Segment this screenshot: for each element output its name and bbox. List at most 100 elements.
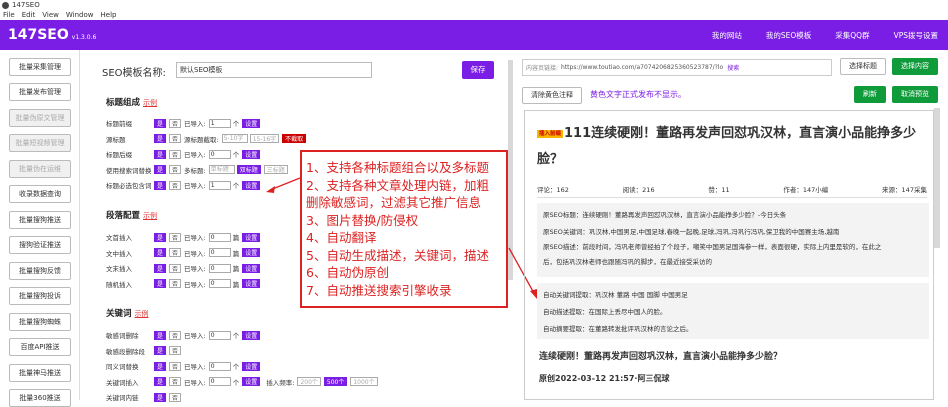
title-no-toggle[interactable]: 否	[169, 149, 182, 159]
preview-scrollbar[interactable]	[934, 108, 940, 248]
cancel-preview-button[interactable]: 取消预览	[892, 86, 938, 103]
section-title-composition-example-link[interactable]: 示例	[143, 99, 157, 107]
title-unit: 15-16字	[249, 134, 280, 143]
title-settings-button[interactable]: 设置	[242, 118, 261, 128]
keyword-no-toggle[interactable]: 否	[169, 392, 182, 402]
sidebar-button-11[interactable]: 批量搜狗蜘蛛	[9, 312, 71, 331]
url-field[interactable]: 内容页链接: https://www.toutiao.com/a70742068…	[522, 59, 832, 76]
select-title-button[interactable]: 选择标题	[840, 58, 886, 75]
title-count[interactable]: 单标题	[208, 165, 235, 174]
seo-description-2: 后，包括巩汉林老师也跟随冯巩的脚步，在最近接受采访的	[543, 258, 712, 266]
title-yes-toggle[interactable]: 是	[154, 134, 167, 143]
para-settings-button[interactable]: 设置	[242, 263, 261, 273]
keyword-row-2: 敏感段删除段是否	[106, 346, 184, 356]
para-count[interactable]: 0	[208, 279, 231, 288]
sidebar-button-8[interactable]: 搜狗验证推送	[9, 236, 71, 254]
keyword-yes-toggle[interactable]: 是	[154, 377, 167, 386]
menu-view[interactable]: View	[42, 11, 59, 19]
template-name-input[interactable]: 默认SEO模板	[176, 62, 372, 78]
title-yes-toggle[interactable]: 是	[154, 118, 167, 128]
keyword-yes-toggle[interactable]: 是	[154, 392, 167, 402]
para-yes-toggle[interactable]: 是	[154, 263, 167, 273]
title-count[interactable]: 1	[208, 118, 231, 128]
para-count[interactable]: 0	[208, 263, 231, 273]
refresh-button[interactable]: 刷新	[854, 86, 886, 103]
sidebar-button-12[interactable]: 百度API推送	[9, 338, 71, 356]
section-paragraph-example-link[interactable]: 示例	[143, 212, 157, 220]
sidebar-button-1[interactable]: 批量采集管理	[9, 57, 71, 76]
nav-my-seo-templates[interactable]: 我的SEO模板	[766, 30, 811, 41]
title-no-toggle[interactable]: 否	[169, 165, 182, 174]
title-unit: 个	[232, 182, 240, 190]
title-yes-toggle[interactable]: 是	[154, 149, 167, 159]
left-panel-scrollbar[interactable]	[508, 60, 513, 280]
title-settings-button[interactable]: 设置	[242, 149, 261, 159]
sidebar-button-5[interactable]: 批量伪在运维	[9, 159, 71, 178]
title-count[interactable]: 0	[208, 149, 231, 159]
keyword-count[interactable]: 0	[208, 330, 231, 340]
para-count[interactable]: 0	[208, 248, 231, 257]
para-settings-button[interactable]: 设置	[242, 232, 261, 242]
title-settings-button[interactable]: 设置	[242, 180, 261, 190]
clear-yellow-button[interactable]: 清除黄色注释	[522, 87, 582, 104]
title-yes-toggle[interactable]: 是	[154, 165, 167, 174]
menu-edit[interactable]: Edit	[22, 11, 36, 19]
sidebar-button-6[interactable]: 收录数据查询	[9, 185, 71, 203]
keyword-no-toggle[interactable]: 否	[169, 377, 182, 386]
para-settings-button[interactable]: 设置	[242, 279, 261, 288]
keyword-row-3: 同义词替换 是否已导入: 0 个设置	[106, 361, 263, 371]
sidebar-button-7[interactable]: 批量搜狗推送	[9, 210, 71, 229]
keyword-settings-button[interactable]: 设置	[242, 330, 261, 340]
title-settings-button[interactable]: 不截取	[282, 134, 307, 143]
nav-qq-group[interactable]: 采集QQ群	[835, 30, 869, 41]
para-yes-toggle[interactable]: 是	[154, 248, 167, 257]
title-count[interactable]: 5-10字	[221, 134, 248, 143]
keyword-settings-button[interactable]: 设置	[242, 361, 261, 371]
menu-window[interactable]: Window	[66, 11, 94, 19]
template-name-label: SEO模板名称:	[102, 68, 166, 79]
keyword-freq-500[interactable]: 500个	[323, 377, 348, 386]
keyword-yes-toggle[interactable]: 是	[154, 330, 167, 340]
para-no-toggle[interactable]: 否	[169, 248, 182, 257]
save-button[interactable]: 保存	[462, 61, 494, 79]
sidebar-button-2[interactable]: 批量发布管理	[9, 83, 71, 101]
sidebar-button-3[interactable]: 批量伪原文管理	[9, 108, 71, 127]
nav-my-sites[interactable]: 我的网站	[712, 30, 742, 41]
title-settings-button[interactable]: 三标题	[263, 165, 288, 174]
title-unit: 个	[232, 120, 240, 128]
keyword-no-toggle[interactable]: 否	[169, 346, 182, 355]
title-no-toggle[interactable]: 否	[169, 134, 182, 143]
keyword-no-toggle[interactable]: 否	[169, 330, 182, 340]
keyword-no-toggle[interactable]: 否	[169, 361, 182, 371]
keyword-yes-toggle[interactable]: 是	[154, 361, 167, 371]
para-yes-toggle[interactable]: 是	[154, 232, 167, 242]
menu-file[interactable]: File	[3, 11, 15, 19]
title-count[interactable]: 1	[208, 180, 231, 190]
para-label: 文末插入	[106, 265, 132, 273]
keyword-count[interactable]: 0	[208, 361, 231, 371]
sidebar-button-10[interactable]: 批量搜狗投诉	[9, 287, 71, 305]
menu-help[interactable]: Help	[101, 11, 117, 19]
para-yes-toggle[interactable]: 是	[154, 279, 167, 288]
url-search-button[interactable]: 搜索	[727, 63, 739, 72]
title-no-toggle[interactable]: 否	[169, 118, 182, 128]
sidebar-button-9[interactable]: 批量搜狗反馈	[9, 261, 71, 280]
section-keyword-example-link[interactable]: 示例	[135, 310, 149, 318]
para-no-toggle[interactable]: 否	[169, 232, 182, 242]
para-no-toggle[interactable]: 否	[169, 263, 182, 273]
keyword-settings-button[interactable]: 设置	[242, 377, 261, 386]
select-content-button[interactable]: 选择内容	[892, 58, 938, 75]
keyword-yes-toggle[interactable]: 是	[154, 346, 167, 355]
para-settings-button[interactable]: 设置	[242, 248, 261, 257]
sidebar-button-14[interactable]: 批量360推送	[9, 389, 71, 407]
title-yes-toggle[interactable]: 是	[154, 180, 167, 190]
keyword-freq-200[interactable]: 200个	[297, 377, 321, 386]
title-no-toggle[interactable]: 否	[169, 180, 182, 190]
sidebar-button-13[interactable]: 批量神马推送	[9, 363, 71, 382]
keyword-count[interactable]: 0	[208, 377, 231, 386]
para-count[interactable]: 0	[208, 232, 231, 242]
para-no-toggle[interactable]: 否	[169, 279, 182, 288]
sidebar-button-4[interactable]: 批量短视频管理	[9, 134, 71, 152]
keyword-freq-1000[interactable]: 1000个	[350, 377, 378, 386]
nav-vps-settings[interactable]: VPS拨号设置	[894, 30, 938, 41]
